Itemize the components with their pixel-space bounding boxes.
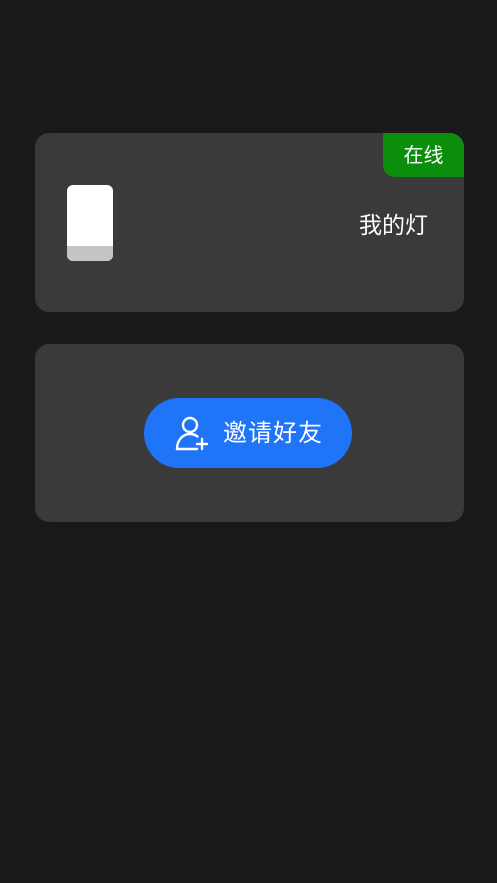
- device-card[interactable]: 在线 我的灯: [35, 133, 464, 312]
- invite-card: 邀请好友: [35, 344, 464, 522]
- status-badge: 在线: [383, 133, 464, 177]
- invite-friends-label: 邀请好友: [223, 419, 323, 447]
- lamp-base: [67, 246, 113, 261]
- add-user-icon: [175, 416, 209, 451]
- invite-friends-button[interactable]: 邀请好友: [144, 398, 352, 468]
- app-screen: 在线 我的灯 邀请好友: [0, 0, 497, 883]
- lamp-icon: [67, 185, 113, 261]
- device-name: 我的灯: [359, 213, 428, 239]
